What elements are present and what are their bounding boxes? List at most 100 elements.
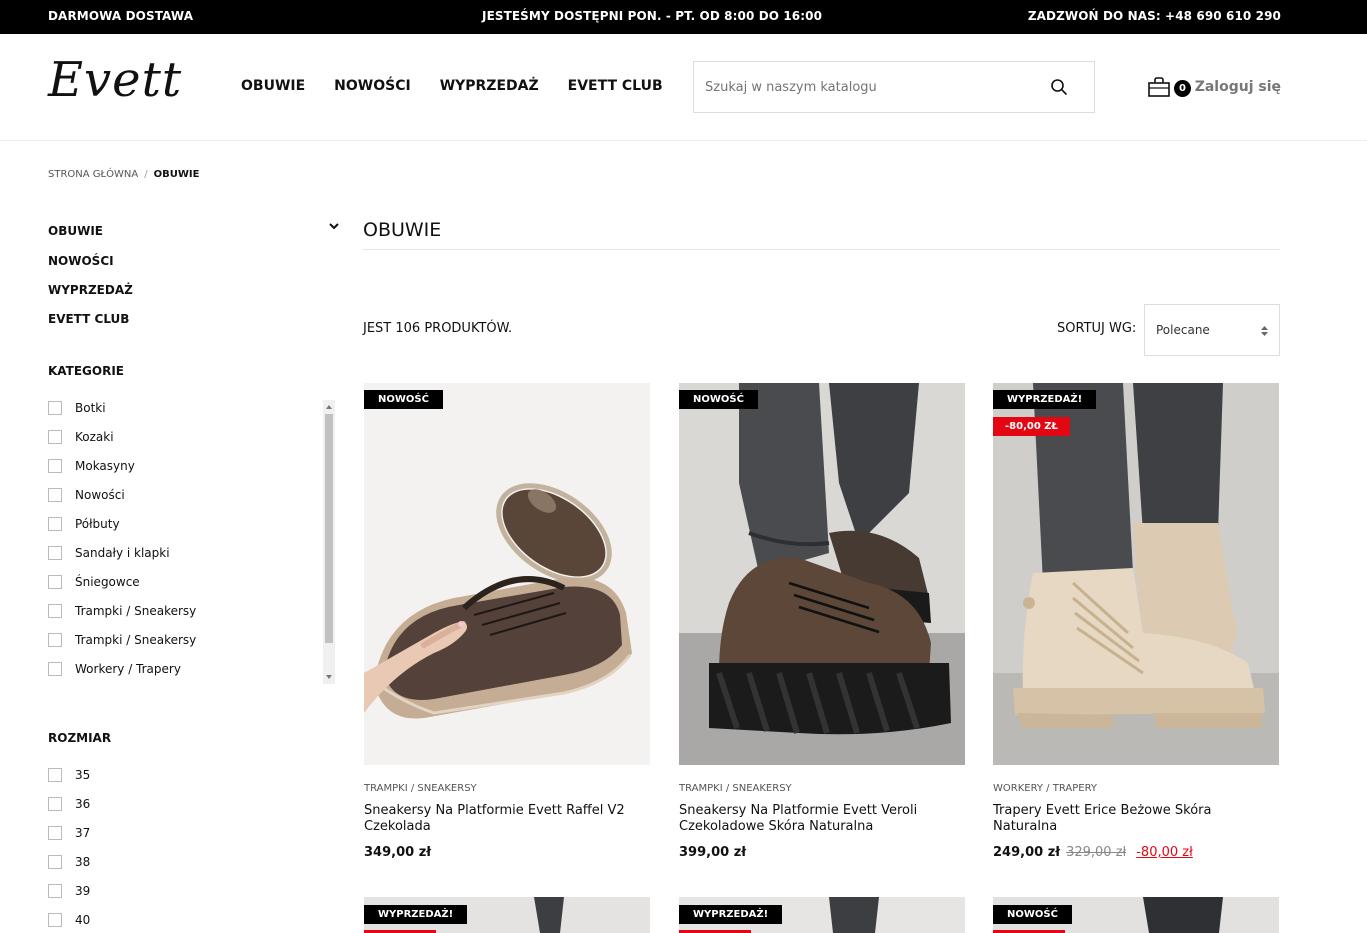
category-filter[interactable]: Kozaki	[48, 428, 114, 446]
sort-label: SORTUJ WG:	[1057, 321, 1137, 336]
checkbox[interactable]	[48, 575, 62, 589]
login-link[interactable]: Zaloguj się	[1195, 79, 1281, 95]
product-card[interactable]: NOWOŚĆ	[993, 897, 1279, 933]
product-count: JEST 106 PRODUKTÓW.	[363, 321, 513, 336]
category-filter[interactable]: Workery / Trapery	[48, 660, 181, 678]
top-info-bar: DARMOWA DOSTAWA JESTEŚMY DOSTĘPNI PON. -…	[0, 0, 1367, 34]
scroll-up-arrow-icon[interactable]	[326, 405, 332, 409]
category-filter[interactable]: Nowości	[48, 486, 125, 504]
product-name[interactable]: Trapery Evett Erice Beżowe Skóra Natural…	[993, 802, 1279, 836]
free-shipping-text: DARMOWA DOSTAWA	[48, 9, 194, 23]
checkbox[interactable]	[48, 855, 62, 869]
checkbox[interactable]	[48, 401, 62, 415]
filter-label: Śniegowce	[75, 575, 140, 589]
category-filter[interactable]: Sandały i klapki	[48, 544, 170, 562]
scrollbar-thumb[interactable]	[325, 414, 333, 643]
filter-label: 35	[75, 768, 91, 782]
sale-badge: WYPRZEDAŻ!	[679, 905, 783, 924]
scroll-down-arrow-icon[interactable]	[326, 675, 332, 679]
sidebar-item-nowosci[interactable]: NOWOŚCI	[48, 254, 114, 268]
checkbox[interactable]	[48, 826, 62, 840]
nav-wyprzedaz[interactable]: WYPRZEDAŻ	[440, 78, 539, 94]
product-price: 399,00 zł	[679, 845, 747, 860]
chevron-down-icon[interactable]	[328, 222, 340, 232]
filter-label: 36	[75, 797, 91, 811]
category-filter[interactable]: Mokasyny	[48, 457, 135, 475]
filter-label: Trampki / Sneakersy	[75, 633, 197, 647]
size-filter[interactable]: 38	[48, 853, 90, 871]
nav-evett-club[interactable]: EVETT CLUB	[568, 78, 663, 94]
checkbox[interactable]	[48, 884, 62, 898]
price-row: 249,00 zł 329,00 zł -80,00 zł	[993, 845, 1279, 860]
checkbox[interactable]	[48, 546, 62, 560]
size-filter[interactable]: 39	[48, 882, 90, 900]
checkbox[interactable]	[48, 633, 62, 647]
search-input[interactable]	[694, 62, 1034, 112]
size-filter[interactable]: 35	[48, 766, 90, 784]
checkbox[interactable]	[48, 604, 62, 618]
breadcrumb-current: OBUWIE	[153, 169, 200, 180]
sale-badge: WYPRZEDAŻ!	[993, 390, 1097, 409]
filter-label: Półbuty	[75, 517, 120, 531]
checkbox[interactable]	[48, 797, 62, 811]
logo[interactable]: Evett	[48, 56, 182, 104]
category-filter[interactable]: Śniegowce	[48, 573, 140, 591]
filter-label: 39	[75, 884, 91, 898]
product-category[interactable]: TRAMPKI / SNEAKERSY	[679, 783, 965, 794]
product-photo-sneaker-brown	[364, 383, 650, 765]
cart-button[interactable]: 0	[1148, 76, 1192, 100]
product-card[interactable]: NOWOŚĆ TRAMPKI / SNEAKERSY Sneakersy Na …	[679, 383, 965, 860]
checkbox[interactable]	[48, 517, 62, 531]
search-icon[interactable]	[1050, 78, 1068, 96]
site-header: Evett OBUWIE NOWOŚCI WYPRZEDAŻ EVETT CLU…	[0, 34, 1367, 141]
product-name[interactable]: Sneakersy Na Platformie Evett Raffel V2 …	[364, 802, 650, 836]
sidebar-item-evett-club[interactable]: EVETT CLUB	[48, 312, 129, 326]
new-badge: NOWOŚĆ	[993, 905, 1072, 924]
checkbox[interactable]	[48, 430, 62, 444]
main-nav: OBUWIE NOWOŚCI WYPRZEDAŻ EVETT CLUB	[241, 78, 692, 94]
product-photo-platform-sneaker	[679, 383, 965, 765]
checkbox[interactable]	[48, 488, 62, 502]
breadcrumb-home[interactable]: STRONA GŁÓWNA	[48, 169, 138, 180]
product-category[interactable]: TRAMPKI / SNEAKERSY	[364, 783, 650, 794]
size-filter[interactable]: 40	[48, 911, 90, 929]
breadcrumb: STRONA GŁÓWNA / OBUWIE	[48, 169, 199, 180]
category-filter[interactable]: Trampki / Sneakersy	[48, 602, 196, 620]
categories-scrollbar[interactable]	[323, 400, 335, 684]
filter-label: Kozaki	[75, 430, 114, 444]
filter-label: Trampki / Sneakersy	[75, 604, 197, 618]
checkbox[interactable]	[48, 913, 62, 927]
sidebar-item-obuwie[interactable]: OBUWIE	[48, 224, 103, 238]
sidebar-item-wyprzedaz[interactable]: WYPRZEDAŻ	[48, 283, 133, 297]
size-filter[interactable]: 37	[48, 824, 90, 842]
product-image[interactable]: NOWOŚĆ	[679, 383, 965, 765]
product-card[interactable]: WYPRZEDAŻ!	[364, 897, 650, 933]
product-price: 349,00 zł	[364, 845, 432, 860]
product-image[interactable]: NOWOŚĆ	[364, 383, 650, 765]
price-row: 349,00 zł	[364, 845, 650, 860]
filter-label: Workery / Trapery	[75, 662, 181, 676]
category-filter[interactable]: Botki	[48, 399, 106, 417]
checkbox[interactable]	[48, 768, 62, 782]
sort-select[interactable]: Polecane	[1144, 304, 1280, 356]
product-category[interactable]: WORKERY / TRAPERY	[993, 783, 1279, 794]
divider	[363, 249, 1280, 250]
sale-badge: WYPRZEDAŻ!	[364, 905, 468, 924]
new-badge: NOWOŚĆ	[364, 390, 443, 409]
phone-text[interactable]: ZADZWOŃ DO NAS: +48 690 610 290	[1028, 9, 1281, 23]
category-filter[interactable]: Trampki / Sneakersy	[48, 631, 196, 649]
product-card[interactable]: NOWOŚĆ TRAMPKI / SNEAKERSY Sneakersy Na …	[364, 383, 650, 860]
nav-obuwie[interactable]: OBUWIE	[241, 78, 305, 94]
filter-label: Nowości	[75, 488, 125, 502]
checkbox[interactable]	[48, 459, 62, 473]
product-card[interactable]: WYPRZEDAŻ!	[679, 897, 965, 933]
product-card[interactable]: WYPRZEDAŻ! -80,00 ZŁ WORKERY / TRAPERY T…	[993, 383, 1279, 860]
price-row: 399,00 zł	[679, 845, 965, 860]
size-filter[interactable]: 36	[48, 795, 90, 813]
product-photo-beige-boot	[993, 383, 1279, 765]
checkbox[interactable]	[48, 662, 62, 676]
nav-nowosci[interactable]: NOWOŚCI	[334, 78, 411, 94]
product-image[interactable]: WYPRZEDAŻ! -80,00 ZŁ	[993, 383, 1279, 765]
product-name[interactable]: Sneakersy Na Platformie Evett Veroli Cze…	[679, 802, 965, 836]
category-filter[interactable]: Półbuty	[48, 515, 120, 533]
